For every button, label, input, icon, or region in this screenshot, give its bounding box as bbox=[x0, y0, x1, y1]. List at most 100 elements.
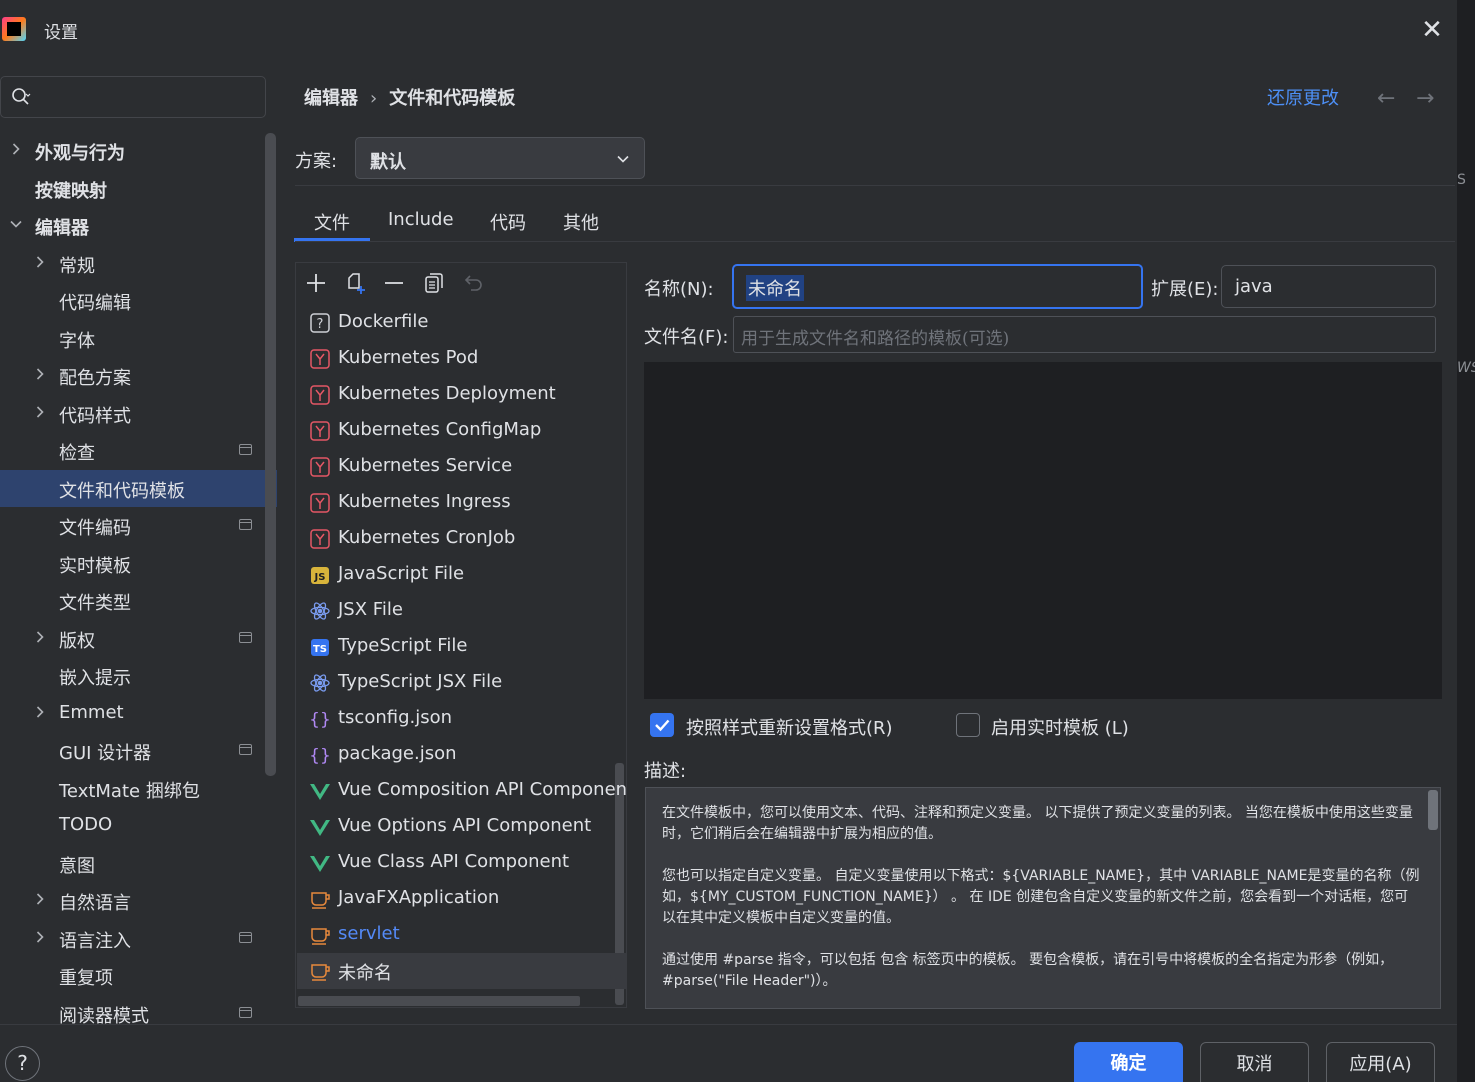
tab-code[interactable]: 代码 bbox=[490, 209, 526, 235]
sidebar-item-label: 代码编辑 bbox=[59, 293, 131, 314]
reformat-checkbox[interactable] bbox=[650, 713, 674, 737]
react-icon bbox=[310, 674, 330, 692]
chevron-right-icon[interactable] bbox=[32, 891, 48, 907]
help-button[interactable]: ? bbox=[5, 1046, 40, 1081]
sidebar-item[interactable]: 字体 bbox=[0, 320, 277, 357]
template-name: Kubernetes Service bbox=[338, 455, 513, 476]
forward-arrow-icon[interactable]: → bbox=[1416, 86, 1434, 111]
sidebar-item[interactable]: 按键映射 bbox=[0, 170, 277, 207]
list-horizontal-scrollbar[interactable] bbox=[298, 996, 580, 1006]
apply-button[interactable]: 应用(A) bbox=[1326, 1042, 1435, 1082]
sidebar-item[interactable]: 嵌入提示 bbox=[0, 657, 277, 694]
sidebar-item[interactable]: 自然语言 bbox=[0, 882, 277, 919]
live-template-label[interactable]: 启用实时模板 (L) bbox=[991, 714, 1129, 740]
cancel-button[interactable]: 取消 bbox=[1200, 1042, 1309, 1082]
chevron-right-icon[interactable] bbox=[32, 929, 48, 945]
template-list-item[interactable]: ? Dockerfile bbox=[297, 305, 626, 341]
template-list-item[interactable]: Kubernetes CronJob bbox=[297, 521, 626, 557]
chevron-right-icon[interactable] bbox=[32, 254, 48, 270]
project-level-icon bbox=[239, 744, 252, 755]
template-list-item[interactable]: 未命名 bbox=[297, 953, 626, 989]
filename-input[interactable]: 用于生成文件名和路径的模板(可选) bbox=[733, 316, 1436, 353]
chevron-right-icon[interactable] bbox=[32, 704, 48, 720]
chevron-right-icon[interactable] bbox=[32, 366, 48, 382]
template-list-item[interactable]: Vue Composition API Component bbox=[297, 773, 626, 809]
sidebar-item[interactable]: 文件和代码模板 bbox=[0, 469, 277, 507]
sidebar-item[interactable]: 意图 bbox=[0, 845, 277, 882]
sidebar-item[interactable]: TODO bbox=[0, 807, 277, 844]
template-list-item[interactable]: Kubernetes Service bbox=[297, 449, 626, 485]
sidebar-item[interactable]: 代码编辑 bbox=[0, 282, 277, 319]
sidebar-item-label: TextMate 捆绑包 bbox=[59, 780, 200, 802]
sidebar-scrollbar[interactable] bbox=[265, 133, 276, 776]
add-icon[interactable] bbox=[304, 271, 328, 295]
template-list-item[interactable]: {} tsconfig.json bbox=[297, 701, 626, 737]
tab-files[interactable]: 文件 bbox=[314, 209, 350, 235]
sidebar-item[interactable]: TextMate 捆绑包 bbox=[0, 770, 277, 807]
chevron-right-icon[interactable] bbox=[32, 629, 48, 645]
template-list-item[interactable]: servlet bbox=[297, 917, 626, 953]
template-list-item[interactable]: JSX File bbox=[297, 593, 626, 629]
sidebar-item[interactable]: 编辑器 bbox=[0, 207, 277, 244]
template-code-editor[interactable] bbox=[644, 362, 1442, 699]
react-icon bbox=[310, 602, 330, 620]
description-panel: 在文件模板中，您可以使用文本、代码、注释和预定义变量。 以下提供了预定义变量的列… bbox=[645, 787, 1441, 1009]
tab-include[interactable]: Include bbox=[388, 209, 454, 230]
sidebar-item-label: 字体 bbox=[59, 330, 95, 352]
template-list-item[interactable]: Kubernetes Ingress bbox=[297, 485, 626, 521]
sidebar-item[interactable]: 检查 bbox=[0, 432, 277, 469]
close-button[interactable]: ✕ bbox=[1418, 16, 1446, 44]
template-list-item[interactable]: Vue Options API Component bbox=[297, 809, 626, 845]
sidebar-item[interactable]: 文件编码 bbox=[0, 507, 277, 544]
add-child-template-icon[interactable] bbox=[344, 271, 368, 295]
template-list-item[interactable]: Kubernetes Pod bbox=[297, 341, 626, 377]
extension-input[interactable]: java bbox=[1221, 265, 1436, 308]
sidebar-item[interactable]: 代码样式 bbox=[0, 395, 277, 432]
back-arrow-icon[interactable]: ← bbox=[1377, 86, 1395, 111]
template-list-item[interactable]: JavaFXApplication bbox=[297, 881, 626, 917]
json-icon: {} bbox=[309, 710, 331, 730]
sidebar-item[interactable]: 文件类型 bbox=[0, 582, 277, 619]
template-name-value: 未命名 bbox=[746, 275, 804, 301]
template-name-input[interactable]: 未命名 bbox=[732, 264, 1143, 309]
tab-other[interactable]: 其他 bbox=[563, 209, 599, 235]
chevron-down-icon[interactable] bbox=[8, 216, 24, 232]
sidebar-item-label: 编辑器 bbox=[35, 218, 89, 239]
sidebar-item[interactable]: 阅读器模式 bbox=[0, 995, 277, 1024]
sidebar-item[interactable]: 重复项 bbox=[0, 957, 277, 994]
java-cup-icon bbox=[311, 892, 330, 909]
settings-search-input[interactable] bbox=[0, 76, 266, 118]
reformat-label[interactable]: 按照样式重新设置格式(R) bbox=[686, 714, 893, 740]
template-list-item[interactable]: Vue Class API Component bbox=[297, 845, 626, 881]
sidebar-item-label: 按键映射 bbox=[35, 180, 107, 202]
template-list-item[interactable]: Kubernetes ConfigMap bbox=[297, 413, 626, 449]
sidebar-item[interactable]: 语言注入 bbox=[0, 920, 277, 957]
template-list-item[interactable]: TS TypeScript File bbox=[297, 629, 626, 665]
sidebar-item[interactable]: 常规 bbox=[0, 245, 277, 282]
template-list-item[interactable]: JS JavaScript File bbox=[297, 557, 626, 593]
sidebar-item[interactable]: 版权 bbox=[0, 620, 277, 657]
sidebar-item[interactable]: 配色方案 bbox=[0, 357, 277, 394]
template-name: Vue Class API Component bbox=[338, 851, 570, 872]
sidebar-item[interactable]: Emmet bbox=[0, 695, 277, 732]
remove-icon[interactable] bbox=[382, 271, 406, 295]
template-list-item[interactable]: {} package.json bbox=[297, 737, 626, 773]
javascript-icon: JS bbox=[311, 567, 329, 584]
copy-icon[interactable] bbox=[422, 271, 446, 295]
sidebar-item-label: TODO bbox=[59, 814, 113, 835]
reset-changes-link[interactable]: 还原更改 bbox=[1267, 84, 1339, 110]
description-paragraph: 您也可以指定自定义变量。 自定义变量使用以下格式：${VARIABLE_NAME… bbox=[662, 868, 1420, 926]
sidebar-item[interactable]: GUI 设计器 bbox=[0, 732, 277, 769]
ok-button[interactable]: 确定 bbox=[1074, 1042, 1183, 1082]
sidebar-item[interactable]: 实时模板 bbox=[0, 545, 277, 582]
chevron-right-icon[interactable] bbox=[32, 404, 48, 420]
live-template-checkbox[interactable] bbox=[956, 713, 980, 737]
template-list-item[interactable]: TypeScript JSX File bbox=[297, 665, 626, 701]
chevron-right-icon[interactable] bbox=[8, 141, 24, 157]
breadcrumb-parent[interactable]: 编辑器 bbox=[304, 88, 358, 109]
template-name: Vue Options API Component bbox=[338, 815, 592, 836]
scheme-dropdown[interactable]: 默认 bbox=[355, 137, 645, 179]
description-scrollbar[interactable] bbox=[1428, 790, 1438, 830]
template-list-item[interactable]: Kubernetes Deployment bbox=[297, 377, 626, 413]
sidebar-item[interactable]: 外观与行为 bbox=[0, 132, 277, 169]
